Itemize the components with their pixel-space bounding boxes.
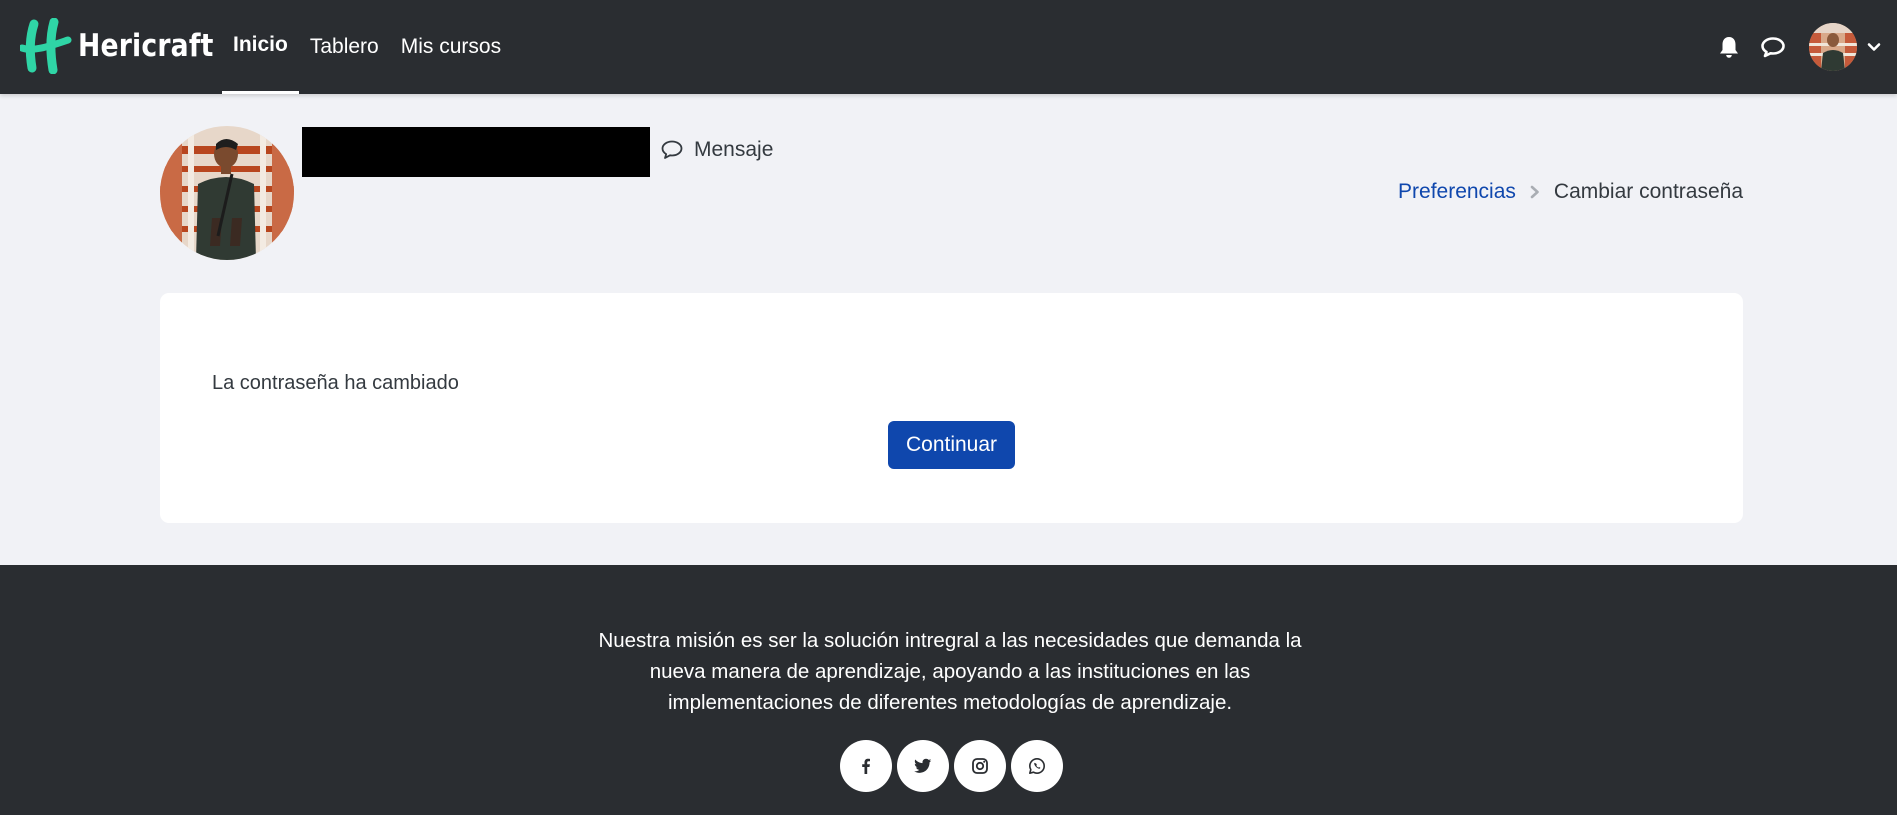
mission-line: nueva manera de aprendizaje, apoyando a … <box>649 660 1251 683</box>
send-message-label: Mensaje <box>694 138 774 161</box>
facebook-link[interactable] <box>840 740 892 792</box>
send-message-link[interactable]: Mensaje <box>660 137 773 163</box>
mission-line: implementaciones de diferentes metodolog… <box>667 691 1233 714</box>
top-navbar: Hericraft Inicio Tablero Mis cursos <box>0 0 1897 94</box>
confirmation-card: La contraseña ha cambiado Continuar <box>160 293 1743 523</box>
speech-bubble-icon <box>661 140 683 159</box>
primary-nav: Inicio Tablero Mis cursos <box>222 0 512 94</box>
instagram-icon <box>972 758 988 774</box>
user-name-redacted <box>302 127 650 177</box>
brand-name: Hericraft <box>78 28 214 64</box>
navbar-actions <box>1707 0 1897 94</box>
social-links <box>840 740 1063 792</box>
nav-item-inicio[interactable]: Inicio <box>222 0 299 94</box>
chat-icon <box>1761 37 1785 58</box>
user-avatar <box>1809 23 1857 71</box>
user-menu-toggle[interactable] <box>1809 23 1883 71</box>
nav-item-mis-cursos[interactable]: Mis cursos <box>390 0 512 94</box>
twitter-icon <box>914 758 932 773</box>
messages-button[interactable] <box>1751 25 1795 69</box>
chevron-right-icon <box>1530 185 1539 199</box>
facebook-icon <box>862 758 870 774</box>
chevron-down-icon <box>1867 43 1881 51</box>
site-footer: Nuestra misión es ser la solución intreg… <box>0 565 1897 815</box>
nav-item-tablero[interactable]: Tablero <box>299 0 390 94</box>
hericraft-logo-icon <box>20 18 72 74</box>
instagram-link[interactable] <box>954 740 1006 792</box>
breadcrumb: Preferencias Cambiar contraseña <box>1398 180 1743 204</box>
whatsapp-link[interactable] <box>1011 740 1063 792</box>
whatsapp-icon <box>1029 758 1045 774</box>
continue-button[interactable]: Continuar <box>888 421 1015 469</box>
twitter-link[interactable] <box>897 740 949 792</box>
breadcrumb-separator <box>1528 184 1542 200</box>
mission-line: Nuestra misión es ser la solución intreg… <box>598 629 1302 652</box>
profile-picture <box>160 126 294 260</box>
breadcrumb-current: Cambiar contraseña <box>1553 180 1743 203</box>
brand-logo[interactable]: Hericraft <box>20 18 236 74</box>
bell-icon <box>1720 37 1738 58</box>
breadcrumb-preferencias[interactable]: Preferencias <box>1398 180 1516 204</box>
password-changed-message: La contraseña ha cambiado <box>212 372 459 394</box>
notifications-button[interactable] <box>1707 25 1751 69</box>
mission-statement: Nuestra misión es ser la solución intreg… <box>560 625 1340 718</box>
